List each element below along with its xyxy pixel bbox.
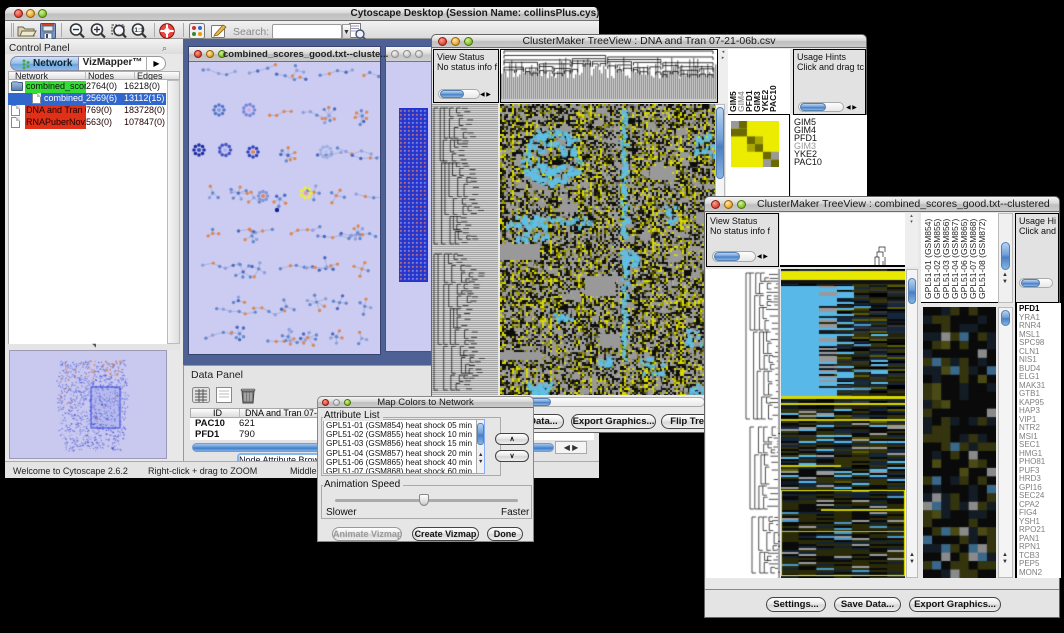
svg-text:PAC10: PAC10 <box>768 85 778 112</box>
svg-text:GPL51-08 (GSM872): GPL51-08 (GSM872) <box>977 219 987 299</box>
